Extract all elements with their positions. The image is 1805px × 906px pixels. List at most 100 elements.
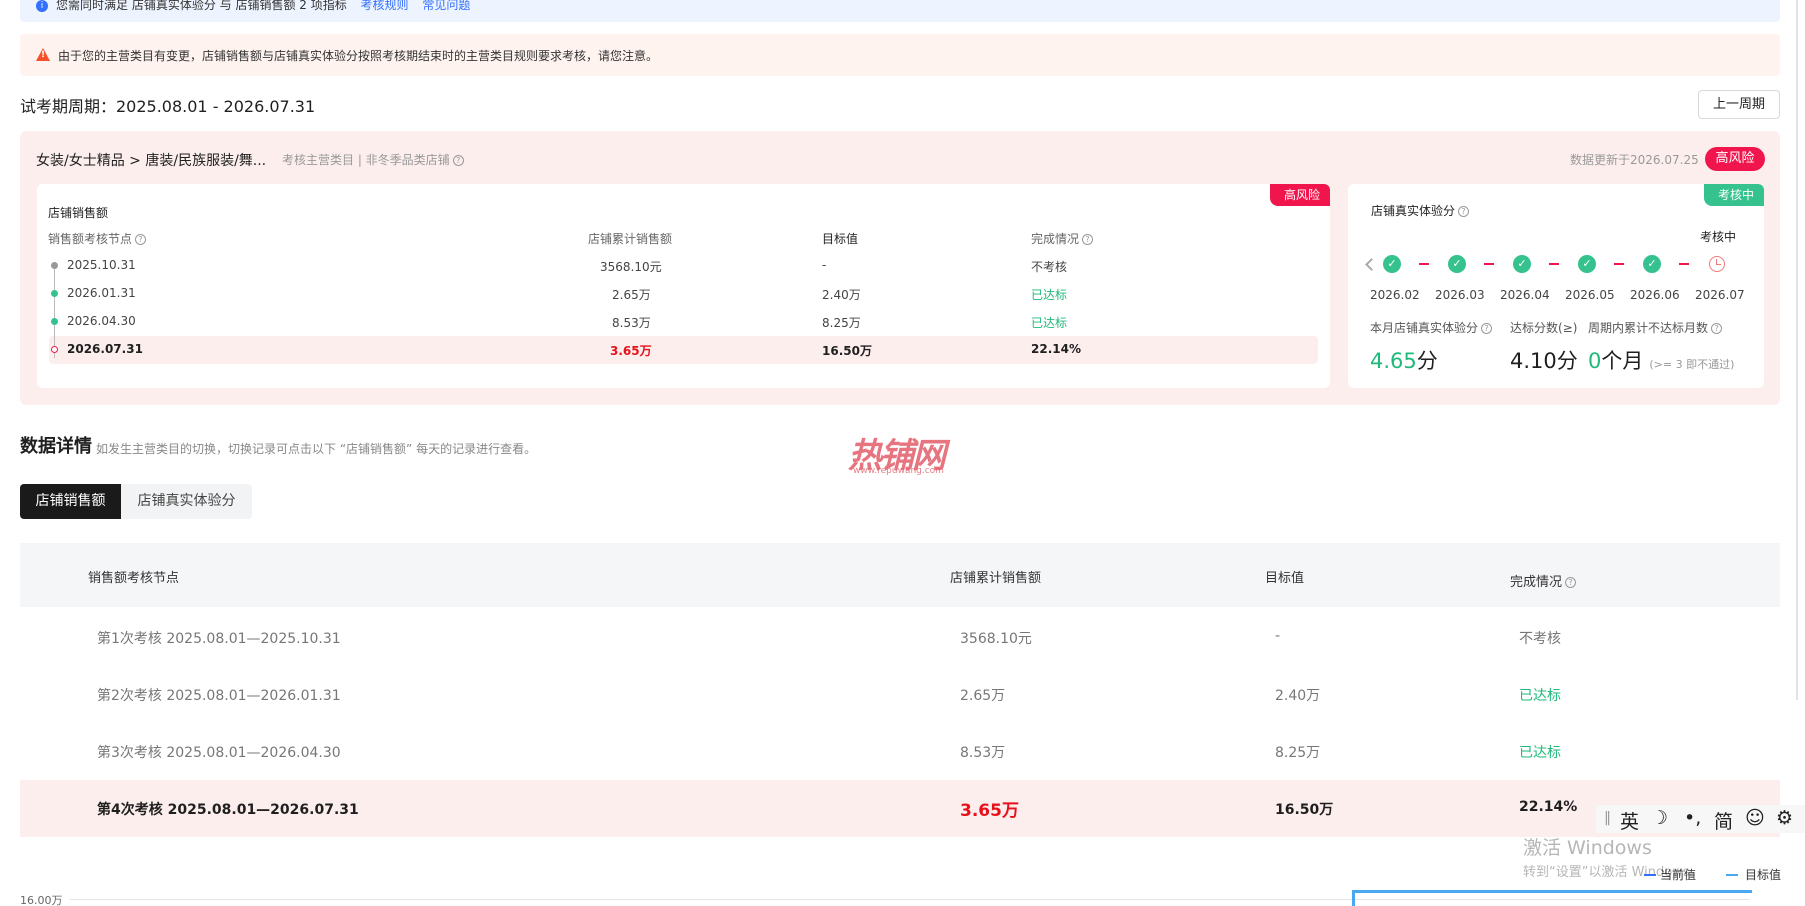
month-label: 2026.05	[1565, 288, 1615, 302]
info-icon: i	[36, 0, 48, 12]
y-axis-label: 16.00万	[20, 894, 63, 906]
risk-tag: 高风险	[1269, 184, 1330, 206]
warning-text: 由于您的主营类目有变更，店铺销售额与店铺真实体验分按照考核期结束时的主营类目规则…	[58, 49, 659, 63]
sales-value: 2.65万	[612, 288, 651, 302]
moon-icon[interactable]: ☽	[1651, 807, 1668, 829]
help-icon[interactable]: ?	[135, 234, 147, 245]
real-card-title: 店铺真实体验分	[1371, 204, 1456, 218]
table-cell-node[interactable]: 第4次考核 2025.08.01—2026.07.31	[97, 799, 359, 819]
help-icon[interactable]: ?	[1481, 323, 1493, 334]
table-cell-node[interactable]: 第1次考核 2025.08.01—2025.10.31	[97, 628, 341, 648]
dash	[1419, 263, 1429, 265]
table-cell-node[interactable]: 第2次考核 2025.08.01—2026.01.31	[97, 685, 341, 705]
ime-lang[interactable]: 英	[1620, 807, 1639, 834]
table-cell-target: 2.40万	[1275, 688, 1321, 704]
check-icon: ✓	[1578, 255, 1596, 273]
status-label: 考核中	[1700, 230, 1737, 244]
warning-bar: 由于您的主营类目有变更，店铺销售额与店铺真实体验分按照考核期结束时的主营类目规则…	[20, 34, 1780, 76]
table-cell-sales: 2.65万	[960, 688, 1006, 704]
timeline-dot	[51, 290, 58, 297]
scrollbar[interactable]	[1796, 0, 1798, 700]
node-date: 2026.04.30	[67, 314, 136, 328]
timeline-dot	[51, 318, 58, 325]
table-cell-sales: 3.65万	[960, 801, 1019, 821]
windows-activation-title: 激活 Windows	[1523, 837, 1652, 859]
check-icon: ✓	[1513, 255, 1531, 273]
legend-current[interactable]: 当前值	[1660, 866, 1696, 883]
status-value: 已达标	[1031, 316, 1068, 330]
status-value: 不考核	[1031, 260, 1068, 274]
th-target: 目标值	[1265, 571, 1305, 586]
legend-target[interactable]: 目标值	[1745, 866, 1781, 883]
status-value: 已达标	[1031, 288, 1068, 302]
period-label: 试考期周期：2025.08.01 - 2026.07.31	[20, 97, 316, 116]
dash	[1679, 263, 1689, 265]
table-cell-status: 22.14%	[1519, 799, 1578, 815]
category-breadcrumb[interactable]: 女装/女士精品 > 唐装/民族服装/舞...	[36, 150, 266, 170]
prev-period-button[interactable]: 上一周期	[1698, 90, 1780, 119]
target-line	[1352, 890, 1752, 893]
risk-badge: 高风险	[1705, 147, 1765, 171]
th-sales: 店铺累计销售额	[950, 571, 1042, 586]
col-target: 目标值	[822, 232, 859, 246]
table-cell-status: 已达标	[1519, 745, 1561, 761]
th-status: 完成情况	[1510, 575, 1563, 590]
node-date: 2026.01.31	[67, 286, 136, 300]
table-cell-sales: 3568.10元	[960, 631, 1032, 647]
target-value: 8.25万	[822, 316, 861, 330]
clock-icon	[1709, 256, 1725, 272]
current-row-highlight	[49, 336, 1318, 364]
table-cell-target: 8.25万	[1275, 745, 1321, 761]
tab-real-score[interactable]: 店铺真实体验分	[121, 484, 252, 519]
month-label: 2026.07	[1695, 288, 1745, 302]
table-cell-status: 已达标	[1519, 688, 1561, 704]
help-icon[interactable]: ?	[452, 155, 464, 166]
timeline-dot	[51, 262, 58, 269]
sales-value: 3568.10元	[600, 260, 662, 274]
table-cell-node[interactable]: 第3次考核 2025.08.01—2026.04.30	[97, 742, 341, 762]
month-label: 2026.03	[1435, 288, 1485, 302]
punct-icon[interactable]: •,	[1684, 807, 1701, 829]
dash	[1484, 263, 1494, 265]
gear-icon[interactable]: ⚙	[1776, 807, 1793, 829]
real-score-card: 考核中 店铺真实体验分? 考核中 ✓ ✓ ✓ ✓ ✓ 2026.02 2026.…	[1348, 184, 1764, 388]
cumulative-note: (>= 3 即不通过)	[1649, 358, 1735, 371]
info-bar: i 您需同时满足 店铺真实体验分 与 店铺销售额 2 项指标 考核规则 常见问题	[20, 0, 1780, 22]
current-score-value: 4.65	[1370, 349, 1417, 373]
info-text: 您需同时满足 店铺真实体验分 与 店铺销售额 2 项指标	[56, 0, 347, 12]
faq-link[interactable]: 常见问题	[422, 0, 470, 12]
help-icon[interactable]: ?	[1458, 206, 1470, 217]
warning-icon	[36, 48, 50, 61]
cumulative-unit: 个月	[1601, 349, 1644, 373]
help-icon[interactable]: ?	[1082, 234, 1094, 245]
tab-sales[interactable]: 店铺销售额	[20, 484, 121, 519]
month-label: 2026.02	[1370, 288, 1420, 302]
col-status: 完成情况	[1031, 232, 1080, 246]
sales-value: 3.65万	[610, 344, 652, 358]
check-icon: ✓	[1448, 255, 1466, 273]
col-node: 销售额考核节点	[48, 232, 133, 246]
month-label: 2026.04	[1500, 288, 1550, 302]
help-icon[interactable]: ?	[1565, 577, 1577, 588]
timeline-dot-current	[51, 346, 58, 353]
standard-score-label: 达标分数(≥)	[1510, 321, 1578, 335]
rules-link[interactable]: 考核规则	[361, 0, 409, 12]
node-date: 2026.07.31	[67, 342, 143, 356]
target-value: 16.50万	[822, 344, 872, 358]
chevron-left-icon[interactable]	[1365, 258, 1378, 271]
ime-simplified[interactable]: 简	[1714, 807, 1733, 834]
table-header: 销售额考核节点 店铺累计销售额 目标值 完成情况?	[20, 543, 1780, 607]
in-progress-tag: 考核中	[1703, 184, 1764, 206]
watermark-url: www.repuwang.com	[853, 466, 944, 476]
cumulative-label: 周期内累计不达标月数	[1588, 321, 1709, 335]
emoji-icon[interactable]: ☺	[1745, 807, 1765, 829]
check-icon: ✓	[1383, 255, 1401, 273]
help-icon[interactable]: ?	[1711, 323, 1723, 334]
standard-score-value: 4.10分	[1510, 349, 1578, 373]
current-score-unit: 分	[1416, 349, 1438, 373]
legend-target-swatch	[1726, 874, 1738, 876]
legend-current-swatch	[1644, 874, 1656, 876]
ime-toolbar: ‖ 英 ☽ •, 简 ☺ ⚙	[1596, 805, 1805, 833]
sales-value: 8.53万	[612, 316, 651, 330]
category-sub: 考核主营类目 | 非冬季品类店铺	[282, 153, 450, 167]
